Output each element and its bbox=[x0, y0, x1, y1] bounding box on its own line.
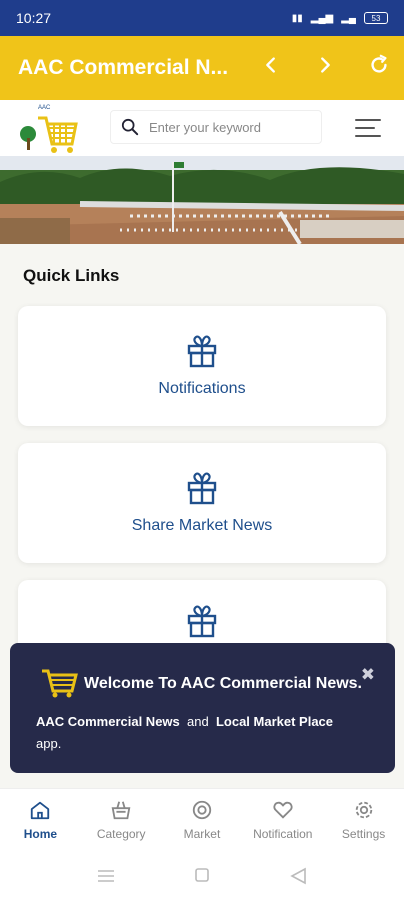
nav-notification-label: Notification bbox=[253, 826, 313, 841]
search-box[interactable] bbox=[110, 110, 322, 144]
battery-icon: 53 bbox=[364, 12, 388, 24]
back-icon[interactable] bbox=[290, 867, 306, 885]
menu-icon[interactable] bbox=[354, 116, 382, 140]
app-bar: AAC Commercial N... bbox=[0, 36, 404, 100]
gift-icon bbox=[187, 335, 217, 368]
toast-and: and bbox=[187, 714, 209, 729]
nav-home-label: Home bbox=[23, 826, 58, 841]
status-bar: 10:27 ▮▮ ▂▄▆ ▂▄ 53 bbox=[0, 0, 404, 36]
basket-icon bbox=[111, 800, 131, 819]
toast-app-name: AAC Commercial News bbox=[36, 714, 180, 729]
gear-icon bbox=[355, 801, 372, 818]
nav-market-label: Market bbox=[183, 826, 221, 841]
system-nav-bar bbox=[0, 850, 404, 900]
app-title: AAC Commercial N... bbox=[18, 56, 229, 79]
nav-notification[interactable]: Notification bbox=[242, 789, 323, 850]
home-button-icon[interactable] bbox=[195, 868, 209, 882]
nav-market[interactable]: Market bbox=[162, 789, 243, 850]
quick-link-share-market-news[interactable]: Share Market News bbox=[18, 443, 386, 563]
toast-app-name-2: Local Market Place bbox=[215, 714, 334, 729]
logo: AAC bbox=[20, 102, 78, 153]
nav-home[interactable]: Home bbox=[0, 789, 81, 850]
close-icon[interactable]: ✖ bbox=[361, 665, 375, 685]
data-icon: ▮▮ bbox=[291, 12, 303, 24]
quick-link-label: Notifications bbox=[158, 380, 246, 397]
heart-icon bbox=[273, 801, 293, 819]
home-icon bbox=[31, 801, 50, 819]
welcome-toast: Welcome To AAC Commercial News. ✖ AAC Co… bbox=[10, 643, 395, 773]
gift-icon bbox=[187, 472, 217, 505]
bottom-nav: Home Category Market Notification Settin… bbox=[0, 788, 404, 850]
lifebuoy-icon bbox=[192, 800, 212, 819]
toast-suffix: app. bbox=[36, 736, 62, 751]
quick-link-label: Share Market News bbox=[131, 517, 273, 534]
search-input[interactable] bbox=[149, 119, 309, 135]
nav-category[interactable]: Category bbox=[81, 789, 162, 850]
header: AAC bbox=[0, 100, 404, 156]
search-icon bbox=[121, 118, 139, 136]
toast-title: Welcome To AAC Commercial News. bbox=[84, 675, 362, 692]
refresh-icon[interactable] bbox=[368, 54, 390, 76]
signal-icon: ▂▄▆ bbox=[310, 12, 334, 24]
svg-text:AAC: AAC bbox=[38, 105, 51, 111]
chevron-right-icon[interactable] bbox=[314, 54, 336, 76]
nav-settings-label: Settings bbox=[341, 826, 386, 841]
chevron-left-icon[interactable] bbox=[260, 54, 282, 76]
nav-settings[interactable]: Settings bbox=[323, 789, 404, 850]
nav-category-label: Category bbox=[96, 826, 146, 841]
quick-links-title: Quick Links bbox=[23, 266, 120, 285]
status-time: 10:27 bbox=[16, 10, 52, 26]
status-icons: ▮▮ ▂▄▆ ▂▄ 53 bbox=[292, 12, 388, 24]
gift-icon bbox=[187, 605, 217, 638]
quick-link-notifications[interactable]: Notifications bbox=[18, 306, 386, 426]
menu-icon[interactable] bbox=[98, 870, 114, 882]
cart-logo-icon bbox=[42, 669, 78, 698]
banner-image bbox=[0, 156, 404, 244]
signal-icon-2: ▂▄ bbox=[341, 12, 356, 24]
toast-body: AAC Commercial News and Local Market Pla… bbox=[36, 711, 376, 755]
